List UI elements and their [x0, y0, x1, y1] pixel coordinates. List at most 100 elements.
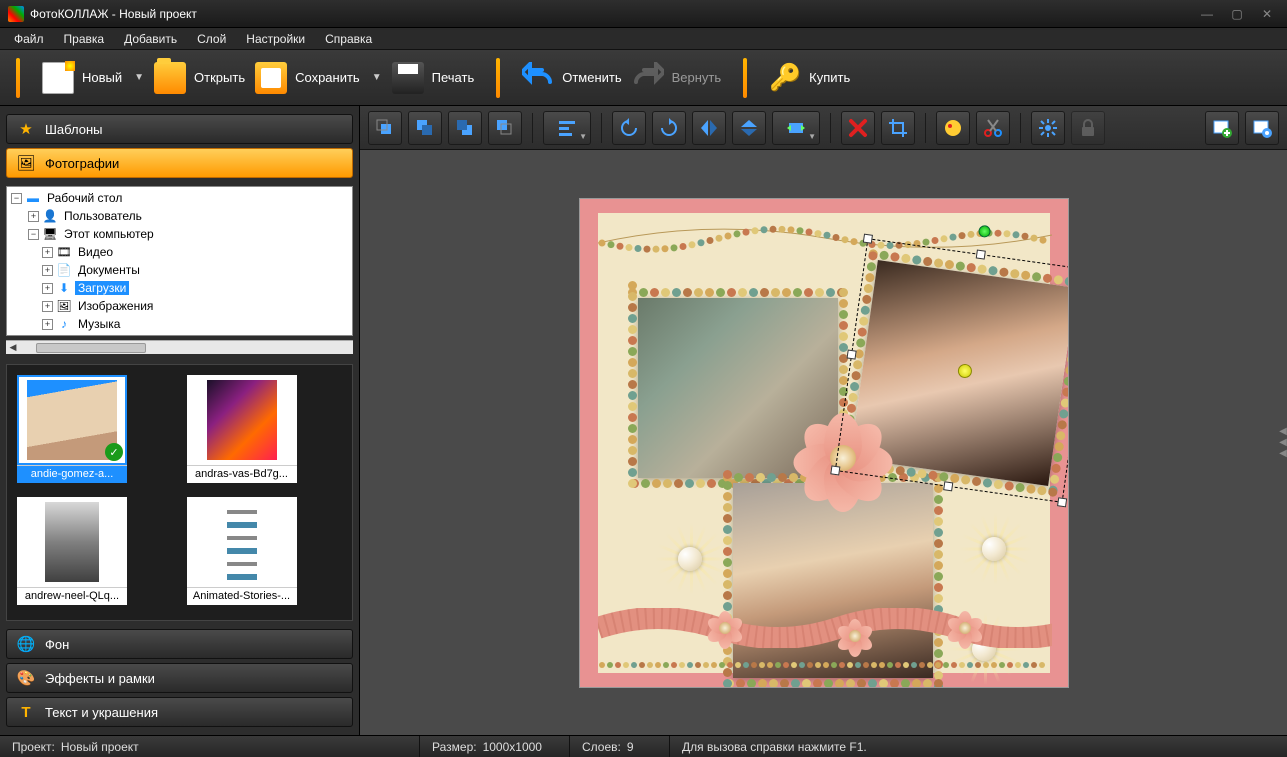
save-button[interactable]: Сохранить ▼ [255, 62, 382, 94]
canvas-toolbar: ▼ ▼ [360, 106, 1287, 150]
send-backward-button[interactable] [448, 111, 482, 145]
page-settings-button[interactable] [1245, 111, 1279, 145]
crop-button[interactable] [881, 111, 915, 145]
rotate-handle[interactable] [977, 224, 991, 238]
photo-frame-3[interactable] [733, 483, 933, 678]
undo-button[interactable]: Отменить [522, 62, 621, 94]
resize-handle[interactable] [975, 249, 985, 259]
tree-horizontal-scrollbar[interactable]: ◀ [6, 340, 353, 354]
resize-handle[interactable] [1057, 497, 1067, 507]
redo-button[interactable]: Вернуть [632, 62, 722, 94]
canvas-viewport[interactable]: /* beads generated below in JS */ [360, 150, 1287, 735]
effects-label: Эффекты и рамки [45, 671, 155, 686]
toolbar-separator [496, 58, 500, 98]
resize-handle[interactable] [846, 348, 856, 358]
color-button[interactable] [936, 111, 970, 145]
new-label: Новый [82, 70, 122, 85]
send-back-button[interactable] [488, 111, 522, 145]
redo-icon [632, 62, 664, 94]
scrollbar-thumb[interactable] [36, 343, 146, 353]
resize-handle[interactable] [943, 481, 953, 491]
flip-vertical-button[interactable] [732, 111, 766, 145]
key-icon [769, 62, 801, 94]
resize-handle[interactable] [862, 233, 872, 243]
print-button[interactable]: Печать [392, 62, 475, 94]
collapse-icon[interactable]: − [11, 193, 22, 204]
menu-help[interactable]: Справка [317, 30, 380, 48]
menu-settings[interactable]: Настройки [238, 30, 313, 48]
expand-icon[interactable]: + [42, 247, 53, 258]
cut-button[interactable] [976, 111, 1010, 145]
menu-layer[interactable]: Слой [189, 30, 234, 48]
maximize-button[interactable]: ▢ [1225, 5, 1249, 23]
buy-button[interactable]: Купить [769, 62, 850, 94]
file-thumb[interactable]: andras-vas-Bd7g... [187, 375, 297, 483]
flip-horizontal-button[interactable] [692, 111, 726, 145]
tree-node-music[interactable]: + ♪ Музыка [9, 315, 350, 333]
file-thumb[interactable]: Animated-Stories-... [187, 497, 297, 605]
tree-node-desktop[interactable]: − ▬ Рабочий стол [9, 189, 350, 207]
accordion-photos[interactable]: 🖼 Фотографии [6, 148, 353, 178]
bring-front-button[interactable] [368, 111, 402, 145]
settings-button[interactable] [1031, 111, 1065, 145]
close-button[interactable]: ✕ [1255, 5, 1279, 23]
tree-node-documents[interactable]: + 📄 Документы [9, 261, 350, 279]
tree-node-user[interactable]: + 👤 Пользователь [9, 207, 350, 225]
resize-handle[interactable] [830, 465, 840, 475]
pictures-icon: 🖼 [56, 298, 72, 314]
file-thumb[interactable]: andrew-neel-QLq... [17, 497, 127, 605]
file-thumb[interactable]: ✓ andie-gomez-a... [17, 375, 127, 483]
new-button[interactable]: Новый ▼ [42, 62, 144, 94]
small-flower[interactable] [708, 611, 742, 645]
expand-icon[interactable]: + [42, 265, 53, 276]
tree-node-video[interactable]: + 🎞 Видео [9, 243, 350, 261]
rotate-right-button[interactable] [652, 111, 686, 145]
print-label: Печать [432, 70, 475, 85]
bring-forward-button[interactable] [408, 111, 442, 145]
delete-button[interactable] [841, 111, 875, 145]
collage-page[interactable]: /* beads generated below in JS */ [579, 198, 1069, 688]
menu-edit[interactable]: Правка [56, 30, 113, 48]
accordion-text[interactable]: T Текст и украшения [6, 697, 353, 727]
tree-node-computer[interactable]: − 🖥 Этот компьютер [9, 225, 350, 243]
expand-icon[interactable]: + [28, 211, 39, 222]
ribbon [598, 608, 1052, 648]
fit-button[interactable]: ▼ [772, 111, 820, 145]
window-title: ФотоКОЛЛАЖ - Новый проект [30, 7, 1195, 21]
scroll-left-icon[interactable]: ◀ [6, 342, 20, 354]
main-toolbar: Новый ▼ Открыть Сохранить ▼ Печать Отмен… [0, 50, 1287, 106]
thumb-caption: andrew-neel-QLq... [17, 587, 127, 605]
folder-tree[interactable]: − ▬ Рабочий стол + 👤 Пользователь − 🖥 Эт… [6, 186, 353, 336]
open-icon [154, 62, 186, 94]
add-image-button[interactable] [1205, 111, 1239, 145]
accordion-templates[interactable]: ★ Шаблоны [6, 114, 353, 144]
menu-add[interactable]: Добавить [116, 30, 185, 48]
rotate-left-button[interactable] [612, 111, 646, 145]
accordion-effects[interactable]: 🎨 Эффекты и рамки [6, 663, 353, 693]
check-icon: ✓ [105, 443, 123, 461]
pearl-ornament[interactable] [958, 513, 1030, 585]
toolbar-separator [16, 58, 20, 98]
pearl-ornament[interactable] [654, 523, 726, 595]
center-handle[interactable] [957, 362, 973, 378]
save-icon [255, 62, 287, 94]
accordion-background[interactable]: 🌐 Фон [6, 629, 353, 659]
tree-node-downloads[interactable]: + ⬇ Загрузки [9, 279, 350, 297]
expand-icon[interactable]: + [42, 283, 53, 294]
minimize-button[interactable]: — [1195, 5, 1219, 23]
lock-button[interactable] [1071, 111, 1105, 145]
open-button[interactable]: Открыть [154, 62, 245, 94]
background-label: Фон [45, 637, 69, 652]
small-flower[interactable] [838, 619, 872, 653]
align-button[interactable]: ▼ [543, 111, 591, 145]
menubar: Файл Правка Добавить Слой Настройки Спра… [0, 28, 1287, 50]
palette-icon: 🎨 [17, 669, 35, 687]
menu-file[interactable]: Файл [6, 30, 52, 48]
tree-node-pictures[interactable]: + 🖼 Изображения [9, 297, 350, 315]
panel-collapse-grip[interactable]: ◀◀◀ [1279, 413, 1287, 473]
collapse-icon[interactable]: − [28, 229, 39, 240]
small-flower[interactable] [948, 611, 982, 645]
expand-icon[interactable]: + [42, 301, 53, 312]
expand-icon[interactable]: + [42, 319, 53, 330]
selection-box[interactable] [834, 238, 1068, 503]
